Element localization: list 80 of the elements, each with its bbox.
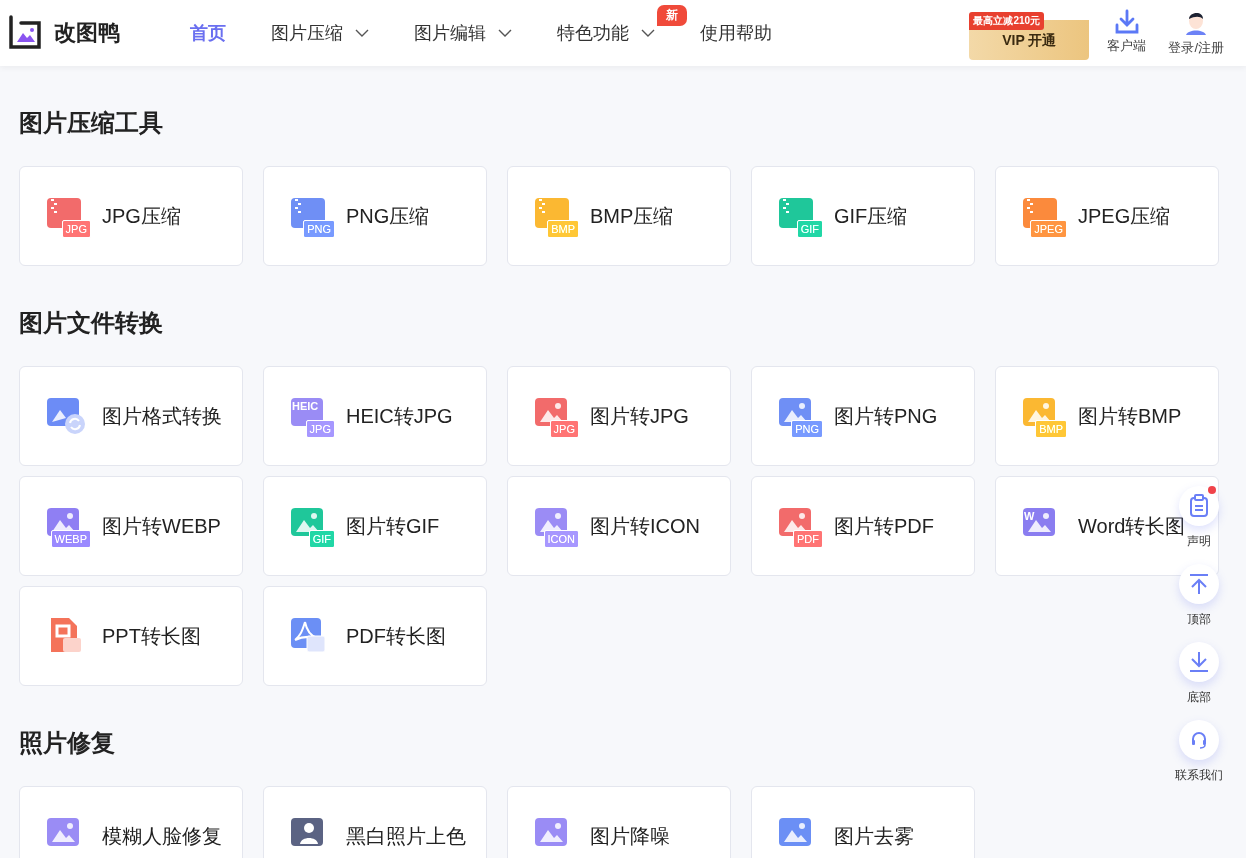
tool-card[interactable]: 模糊人脸修复 xyxy=(19,786,243,858)
tool-name: PPT转长图 xyxy=(102,623,201,649)
chevron-down-icon[interactable] xyxy=(498,29,512,37)
format-label: W xyxy=(1024,510,1035,522)
site-name: 改图鸭 xyxy=(54,19,120,47)
tool-card[interactable]: JPG JPG压缩 xyxy=(19,166,243,266)
format-badge: PNG xyxy=(303,220,335,238)
tool-name: 模糊人脸修复 xyxy=(102,823,222,849)
tool-card[interactable]: 图片去雾 xyxy=(751,786,975,858)
nav-link[interactable]: 特色功能 xyxy=(557,21,629,45)
back-to-top-icon xyxy=(1189,573,1209,595)
new-badge: 新 xyxy=(657,5,687,26)
format-badge: JPG xyxy=(549,420,579,438)
headset-icon xyxy=(1190,731,1208,749)
tool-card[interactable]: PNG 图片转PNG xyxy=(751,366,975,466)
tool-name: 图片去雾 xyxy=(834,823,914,849)
format-badge: ICON xyxy=(543,530,579,548)
format-badge: BMP xyxy=(547,220,579,238)
tool-card[interactable]: ICON 图片转ICON xyxy=(507,476,731,576)
format-badge: PNG xyxy=(791,420,823,438)
tool-card[interactable]: WEBP 图片转WEBP xyxy=(19,476,243,576)
format-badge: JPEG xyxy=(1030,220,1067,238)
tool-name: 图片转PNG xyxy=(834,403,938,429)
tool-card[interactable]: 图片格式转换 xyxy=(19,366,243,466)
tool-name: PDF转长图 xyxy=(346,623,446,649)
format-label: HEIC xyxy=(292,400,319,412)
tool-card[interactable]: BMP 图片转BMP xyxy=(995,366,1219,466)
image-convert-icon xyxy=(45,396,85,436)
nav-link[interactable]: 图片压缩 xyxy=(271,21,343,45)
scroll-to-bottom-icon xyxy=(1189,651,1209,673)
tool-card[interactable]: GIF GIF压缩 xyxy=(751,166,975,266)
download-icon xyxy=(1114,9,1139,35)
tool-name: 图片转PDF xyxy=(834,513,934,539)
tool-name: JPEG压缩 xyxy=(1078,203,1171,229)
tool-name: 图片转WEBP xyxy=(102,513,221,539)
tool-card[interactable]: JPEG JPEG压缩 xyxy=(995,166,1219,266)
nav-link[interactable]: 使用帮助 xyxy=(700,21,772,45)
tool-card[interactable]: PPT转长图 xyxy=(19,586,243,686)
tool-name: 黑白照片上色 xyxy=(346,823,466,849)
tool-name: 图片转JPG xyxy=(590,403,689,429)
tool-card[interactable]: 黑白照片上色 xyxy=(263,786,487,858)
format-badge: WEBP xyxy=(50,530,91,548)
tool-card[interactable]: 图片降噪 xyxy=(507,786,731,858)
clipboard-icon xyxy=(1189,494,1209,518)
format-badge: JPG xyxy=(61,220,91,238)
tool-card[interactable]: GIF 图片转GIF xyxy=(263,476,487,576)
tool-name: PNG压缩 xyxy=(346,203,430,229)
tool-name: 图片转GIF xyxy=(346,513,440,539)
tool-name: Word转长图 xyxy=(1078,513,1186,539)
tool-name: 图片转BMP xyxy=(1078,403,1182,429)
chevron-down-icon[interactable] xyxy=(355,29,369,37)
vip-button[interactable]: 最高立减210元 VIP 开通 xyxy=(969,12,1090,60)
format-badge: GIF xyxy=(796,220,823,238)
chevron-down-icon[interactable] xyxy=(641,29,655,37)
login-button[interactable]: 登录/注册 xyxy=(1168,9,1224,57)
tool-card[interactable]: PDF转长图 xyxy=(263,586,487,686)
tool-name: 图片降噪 xyxy=(590,823,670,849)
tool-name: JPG压缩 xyxy=(102,203,181,229)
format-badge: JPG xyxy=(305,420,335,438)
tool-name: 图片格式转换 xyxy=(102,403,222,429)
tool-name: GIF压缩 xyxy=(834,203,908,229)
tool-card[interactable]: BMP BMP压缩 xyxy=(507,166,731,266)
tool-card[interactable]: HEIC JPG HEIC转JPG xyxy=(263,366,487,466)
nav-link[interactable]: 首页 xyxy=(190,21,226,45)
section-title: 图片文件转换 xyxy=(19,308,163,338)
tool-name: BMP压缩 xyxy=(590,203,674,229)
tool-card[interactable]: JPG 图片转JPG xyxy=(507,366,731,466)
format-badge: GIF xyxy=(308,530,335,548)
tool-card[interactable]: PDF 图片转PDF xyxy=(751,476,975,576)
tool-name: HEIC转JPG xyxy=(346,403,453,429)
client-download-button[interactable]: 客户端 xyxy=(1107,9,1147,57)
format-badge: BMP xyxy=(1035,420,1067,438)
logo-icon xyxy=(7,15,43,51)
nav-link[interactable]: 图片编辑 xyxy=(414,21,486,45)
section-title: 图片压缩工具 xyxy=(19,108,163,138)
format-badge: PDF xyxy=(793,530,823,548)
promo-tag: 最高立减210元 xyxy=(969,12,1045,30)
tool-name: 图片转ICON xyxy=(590,513,700,539)
section-title: 照片修复 xyxy=(19,728,115,758)
tool-card[interactable]: PNG PNG压缩 xyxy=(263,166,487,266)
